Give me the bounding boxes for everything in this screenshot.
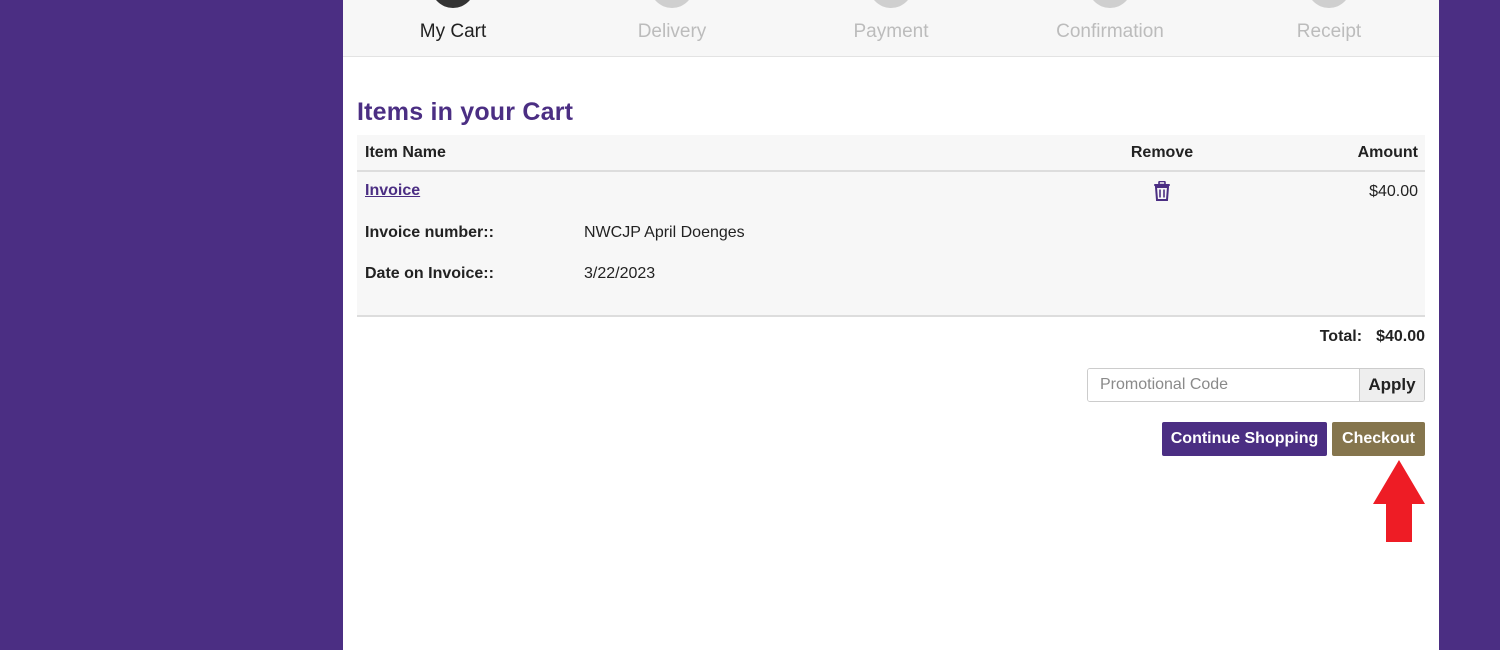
step-confirmation: Confirmation: [1000, 0, 1220, 57]
column-header-item-name: Item Name: [365, 144, 446, 161]
step-label: Payment: [853, 21, 929, 42]
step-indicator: [650, 0, 694, 8]
total-label: Total:: [1319, 328, 1363, 345]
invoice-number-label: Invoice number::: [365, 224, 494, 241]
main-panel: My Cart Delivery Payment Confirmation Re…: [343, 0, 1439, 650]
invoice-date-value: 3/22/2023: [584, 265, 656, 282]
promo-code-input[interactable]: [1088, 369, 1360, 401]
invoice-number-value: NWCJP April Doenges: [584, 224, 745, 241]
column-header-remove: Remove: [1130, 144, 1194, 161]
step-label: Delivery: [637, 21, 707, 42]
item-amount: $40.00: [1369, 183, 1418, 200]
trash-icon[interactable]: [1153, 180, 1171, 201]
promo-code-group: Apply: [1087, 368, 1425, 402]
step-indicator: [869, 0, 913, 8]
step-label: Confirmation: [1056, 21, 1164, 42]
step-label: Receipt: [1296, 21, 1362, 42]
continue-shopping-button[interactable]: Continue Shopping: [1162, 422, 1327, 456]
item-name-link[interactable]: Invoice: [365, 182, 420, 200]
step-indicator: [431, 0, 475, 8]
invoice-date-label: Date on Invoice::: [365, 265, 494, 282]
step-indicator: [1088, 0, 1132, 8]
page-title: Items in your Cart: [357, 98, 574, 126]
apply-button[interactable]: Apply: [1359, 369, 1424, 401]
checkout-progress: My Cart Delivery Payment Confirmation Re…: [343, 0, 1439, 57]
step-my-cart: My Cart: [343, 0, 563, 57]
checkout-button[interactable]: Checkout: [1332, 422, 1425, 456]
step-indicator: [1307, 0, 1351, 8]
step-label: My Cart: [419, 21, 487, 42]
cart-table: Item Name Remove Amount Invoice $40.00 I…: [357, 135, 1425, 317]
step-payment: Payment: [781, 0, 1001, 57]
red-arrow-up-icon: [1371, 460, 1427, 544]
step-delivery: Delivery: [562, 0, 782, 57]
total-value: $40.00: [1376, 328, 1425, 345]
cart-total: Total: $40.00: [1320, 328, 1425, 346]
cart-table-header: Item Name Remove Amount: [357, 135, 1425, 172]
column-header-amount: Amount: [1357, 144, 1418, 161]
step-receipt: Receipt: [1219, 0, 1439, 57]
